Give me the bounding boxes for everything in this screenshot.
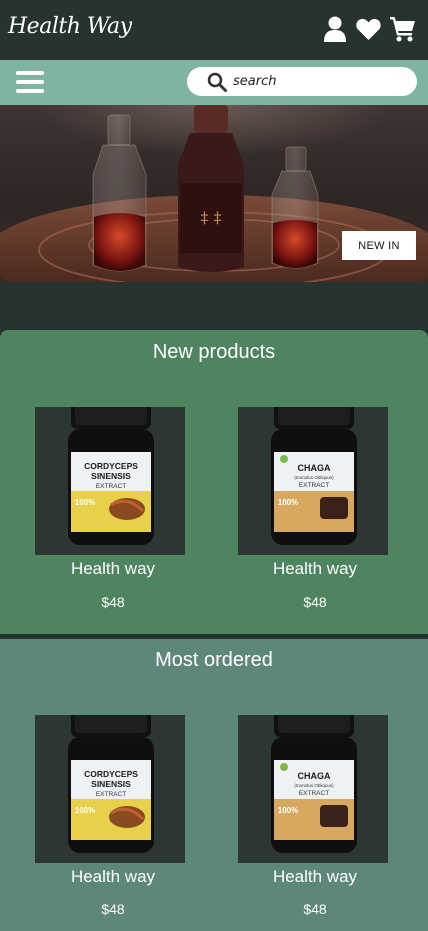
new-products-section: New products CORDYCEPS SINENSIS EXTRACT …	[0, 330, 428, 634]
most-ordered-section: Most ordered CORDYCEPS SINENSIS EXTRACT …	[0, 639, 428, 931]
product-image[interactable]: CORDYCEPS SINENSIS EXTRACT 100%	[35, 715, 185, 863]
product-price: $48	[101, 594, 125, 610]
user-icon[interactable]	[324, 16, 346, 42]
nav-bar	[0, 60, 428, 105]
jar-pct: 100%	[75, 498, 95, 507]
chaga-jar-image: CHAGA (Inonotus Obliquus) EXTRACT 100%	[271, 407, 357, 545]
product-image[interactable]: CHAGA (Inonotus Obliquus) EXTRACT 100%	[238, 407, 388, 555]
jar-extract: EXTRACT	[96, 483, 126, 490]
hero-banner: ‡ ‡ NEW IN	[0, 105, 428, 282]
search-input[interactable]	[233, 71, 403, 91]
logo[interactable]: Health Way	[8, 14, 132, 39]
search-icon[interactable]	[207, 72, 227, 92]
heart-icon[interactable]	[356, 18, 381, 40]
product-image[interactable]: CORDYCEPS SINENSIS EXTRACT 100%	[35, 407, 185, 555]
jar-sub: SINENSIS	[91, 779, 131, 789]
jar-brand: CHAGA	[298, 771, 331, 781]
product-name[interactable]: Health way	[38, 867, 188, 887]
new-in-button[interactable]: NEW IN	[342, 231, 416, 260]
jar-extract: EXTRACT	[299, 790, 329, 797]
chaga-jar-image: CHAGA (Inonotus Obliquus) EXTRACT 100%	[271, 715, 357, 853]
product-name[interactable]: Health way	[240, 559, 390, 579]
product-price: $48	[303, 594, 327, 610]
cart-icon[interactable]	[390, 16, 416, 42]
jar-pct: 100%	[75, 806, 95, 815]
jar-brand: CHAGA	[298, 463, 331, 473]
cordyceps-jar-image: CORDYCEPS SINENSIS EXTRACT 100%	[68, 715, 154, 853]
cordyceps-jar-image: CORDYCEPS SINENSIS EXTRACT 100%	[68, 407, 154, 545]
section-title: Most ordered	[155, 649, 273, 671]
jar-sub: SINENSIS	[91, 471, 131, 481]
product-price: $48	[101, 901, 125, 917]
product-name[interactable]: Health way	[38, 559, 188, 579]
product-image[interactable]: CHAGA (Inonotus Obliquus) EXTRACT 100%	[238, 715, 388, 863]
jar-sub: (Inonotus Obliquus)	[294, 783, 334, 788]
svg-text:‡ ‡: ‡ ‡	[200, 208, 221, 227]
section-title: New products	[152, 341, 276, 363]
jar-extract: EXTRACT	[96, 791, 126, 798]
product-price: $48	[303, 901, 327, 917]
search-bar[interactable]	[187, 67, 417, 96]
jar-pct: 100%	[278, 806, 298, 815]
top-header: Health Way	[0, 0, 428, 60]
product-name[interactable]: Health way	[240, 867, 390, 887]
jar-pct: 100%	[278, 498, 298, 507]
jar-sub: (Inonotus Obliquus)	[294, 475, 334, 480]
hamburger-icon[interactable]	[16, 67, 44, 97]
jar-extract: EXTRACT	[299, 482, 329, 489]
jar-brand: CORDYCEPS	[84, 769, 138, 779]
jar-brand: CORDYCEPS	[84, 461, 138, 471]
